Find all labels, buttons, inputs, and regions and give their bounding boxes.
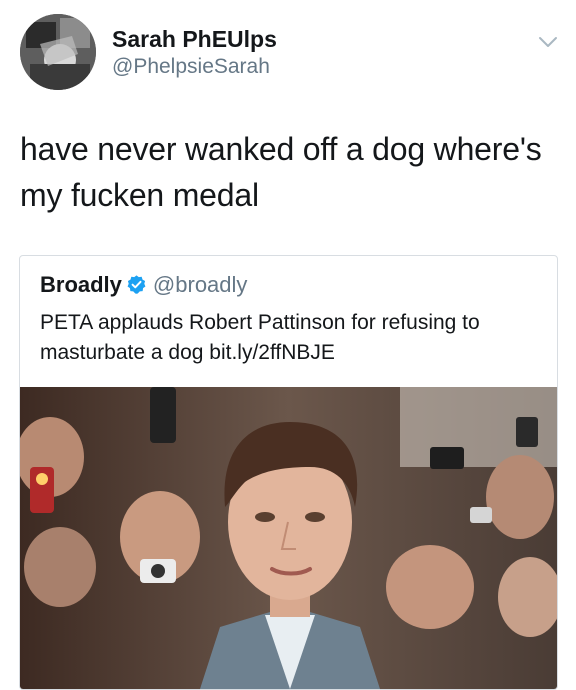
tweet-header: Sarah PhEUlps @PhelpsieSarah [20,14,560,94]
verified-badge-icon [126,274,147,301]
tweet-text: have never wanked off a dog where's my f… [20,131,542,213]
author-name[interactable]: Sarah PhEUlps [112,26,277,53]
chevron-down-icon[interactable] [536,30,560,54]
avatar[interactable] [20,14,96,90]
quoted-tweet-text: PETA applauds Robert Pattinson for refus… [40,311,480,364]
quoted-tweet-header: Broadly @broadly [40,272,247,301]
quoted-author-name[interactable]: Broadly [40,272,122,297]
quoted-tweet-photo[interactable] [20,387,557,689]
author-handle[interactable]: @PhelpsieSarah [112,55,270,79]
quoted-tweet-card[interactable]: Broadly @broadly PETA applauds Robert Pat… [19,255,558,690]
quoted-author-handle[interactable]: @broadly [153,272,248,297]
